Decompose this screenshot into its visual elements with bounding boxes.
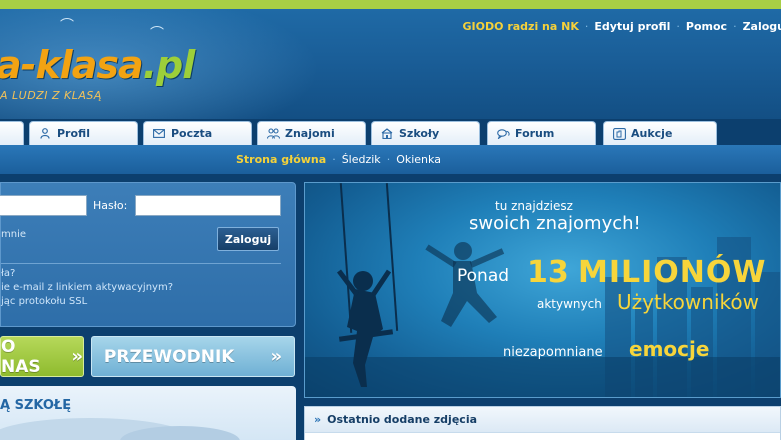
friends-icon	[266, 128, 280, 140]
banner-users: Użytkowników	[617, 290, 759, 314]
jumping-person-silhouette	[425, 242, 505, 327]
email-field[interactable]	[0, 195, 87, 216]
find-school-title: Ą SZKOŁĘ	[0, 398, 72, 413]
recent-photos-panel: » Ostatnio dodane zdjęcia	[304, 406, 781, 440]
mail-icon	[152, 128, 166, 140]
link-edit-profile[interactable]: Edytuj profil	[594, 20, 670, 33]
tab-poczta[interactable]: Poczta	[143, 121, 252, 145]
auction-icon	[612, 127, 626, 140]
chevron-right-icon: »	[270, 346, 283, 367]
promo-banner[interactable]: tu znajdziesz swoich znajomych! Ponad 13…	[304, 182, 781, 398]
chevron-right-icon: »	[71, 346, 83, 367]
password-field[interactable]	[135, 195, 281, 216]
banner-emotions: emocje	[629, 337, 710, 361]
resend-activation-link[interactable]: ie e-mail z linkiem aktywacyjnym?	[1, 282, 173, 293]
password-label: Hasło:	[93, 199, 128, 212]
banner-unforgettable: niezapomniane	[503, 345, 603, 360]
tab-home[interactable]	[0, 121, 24, 145]
top-links: GIODO radzi na NK · Edytuj profil · Pomo…	[463, 20, 781, 33]
banner-active: aktywnych	[537, 297, 602, 311]
find-school-panel: Ą SZKOŁĘ	[0, 386, 296, 440]
banner-ponad: Ponad	[457, 266, 510, 286]
link-help[interactable]: Pomoc	[686, 20, 727, 33]
link-giodo[interactable]: GIODO radzi na NK	[463, 20, 579, 33]
bird-icon: ⌒	[60, 18, 74, 34]
site-header: ⌒ ⌒ a-klasa.pl A LUDZI Z KLASĄ GIODO rad…	[0, 9, 781, 119]
banner-number: 13	[527, 255, 569, 290]
school-icon	[380, 128, 394, 140]
tab-znajomi[interactable]: Znajomi	[257, 121, 366, 145]
sub-navigation: Strona główna · Śledzik · Okienka	[0, 145, 781, 174]
link-login[interactable]: Zalogu	[743, 20, 781, 33]
guide-button[interactable]: PRZEWODNIK»	[91, 336, 295, 377]
login-panel: Hasło: mnie Zaloguj ła? ie e-mail z link…	[0, 182, 296, 327]
forum-icon	[496, 128, 510, 140]
remember-me-label[interactable]: mnie	[1, 229, 26, 240]
banner-millions: MILIONÓW	[578, 255, 767, 290]
subnav-okienka[interactable]: Okienka	[396, 153, 441, 166]
login-button[interactable]: Zaloguj	[217, 227, 279, 251]
site-slogan: A LUDZI Z KLASĄ	[0, 89, 102, 102]
banner-line2: swoich znajomych!	[469, 213, 641, 234]
tab-profil[interactable]: Profil	[29, 121, 138, 145]
site-logo[interactable]: a-klasa.pl	[0, 43, 195, 87]
main-tabs: Profil Poczta Znajomi Szkoły Forum Aukcj…	[0, 121, 781, 145]
tab-forum[interactable]: Forum	[487, 121, 596, 145]
ssl-login-link[interactable]: jąc protokołu SSL	[1, 296, 87, 307]
person-icon	[38, 128, 52, 140]
recent-photos-header[interactable]: » Ostatnio dodane zdjęcia	[305, 407, 780, 433]
girl-silhouette	[337, 269, 392, 387]
divider	[1, 263, 281, 264]
bird-icon: ⌒	[150, 26, 164, 42]
top-accent-strip	[0, 0, 781, 9]
subnav-sledzik[interactable]: Śledzik	[342, 153, 381, 166]
chevron-right-icon: »	[314, 413, 322, 426]
banner-line1: tu znajdziesz	[495, 199, 573, 213]
subnav-home[interactable]: Strona główna	[236, 153, 326, 166]
tab-aukcje[interactable]: Aukcje	[603, 121, 717, 145]
about-us-button[interactable]: O NAS»	[0, 336, 84, 377]
forgot-password-link[interactable]: ła?	[1, 268, 15, 279]
recent-photos-title: Ostatnio dodane zdjęcia	[327, 413, 478, 426]
tab-szkoly[interactable]: Szkoły	[371, 121, 480, 145]
